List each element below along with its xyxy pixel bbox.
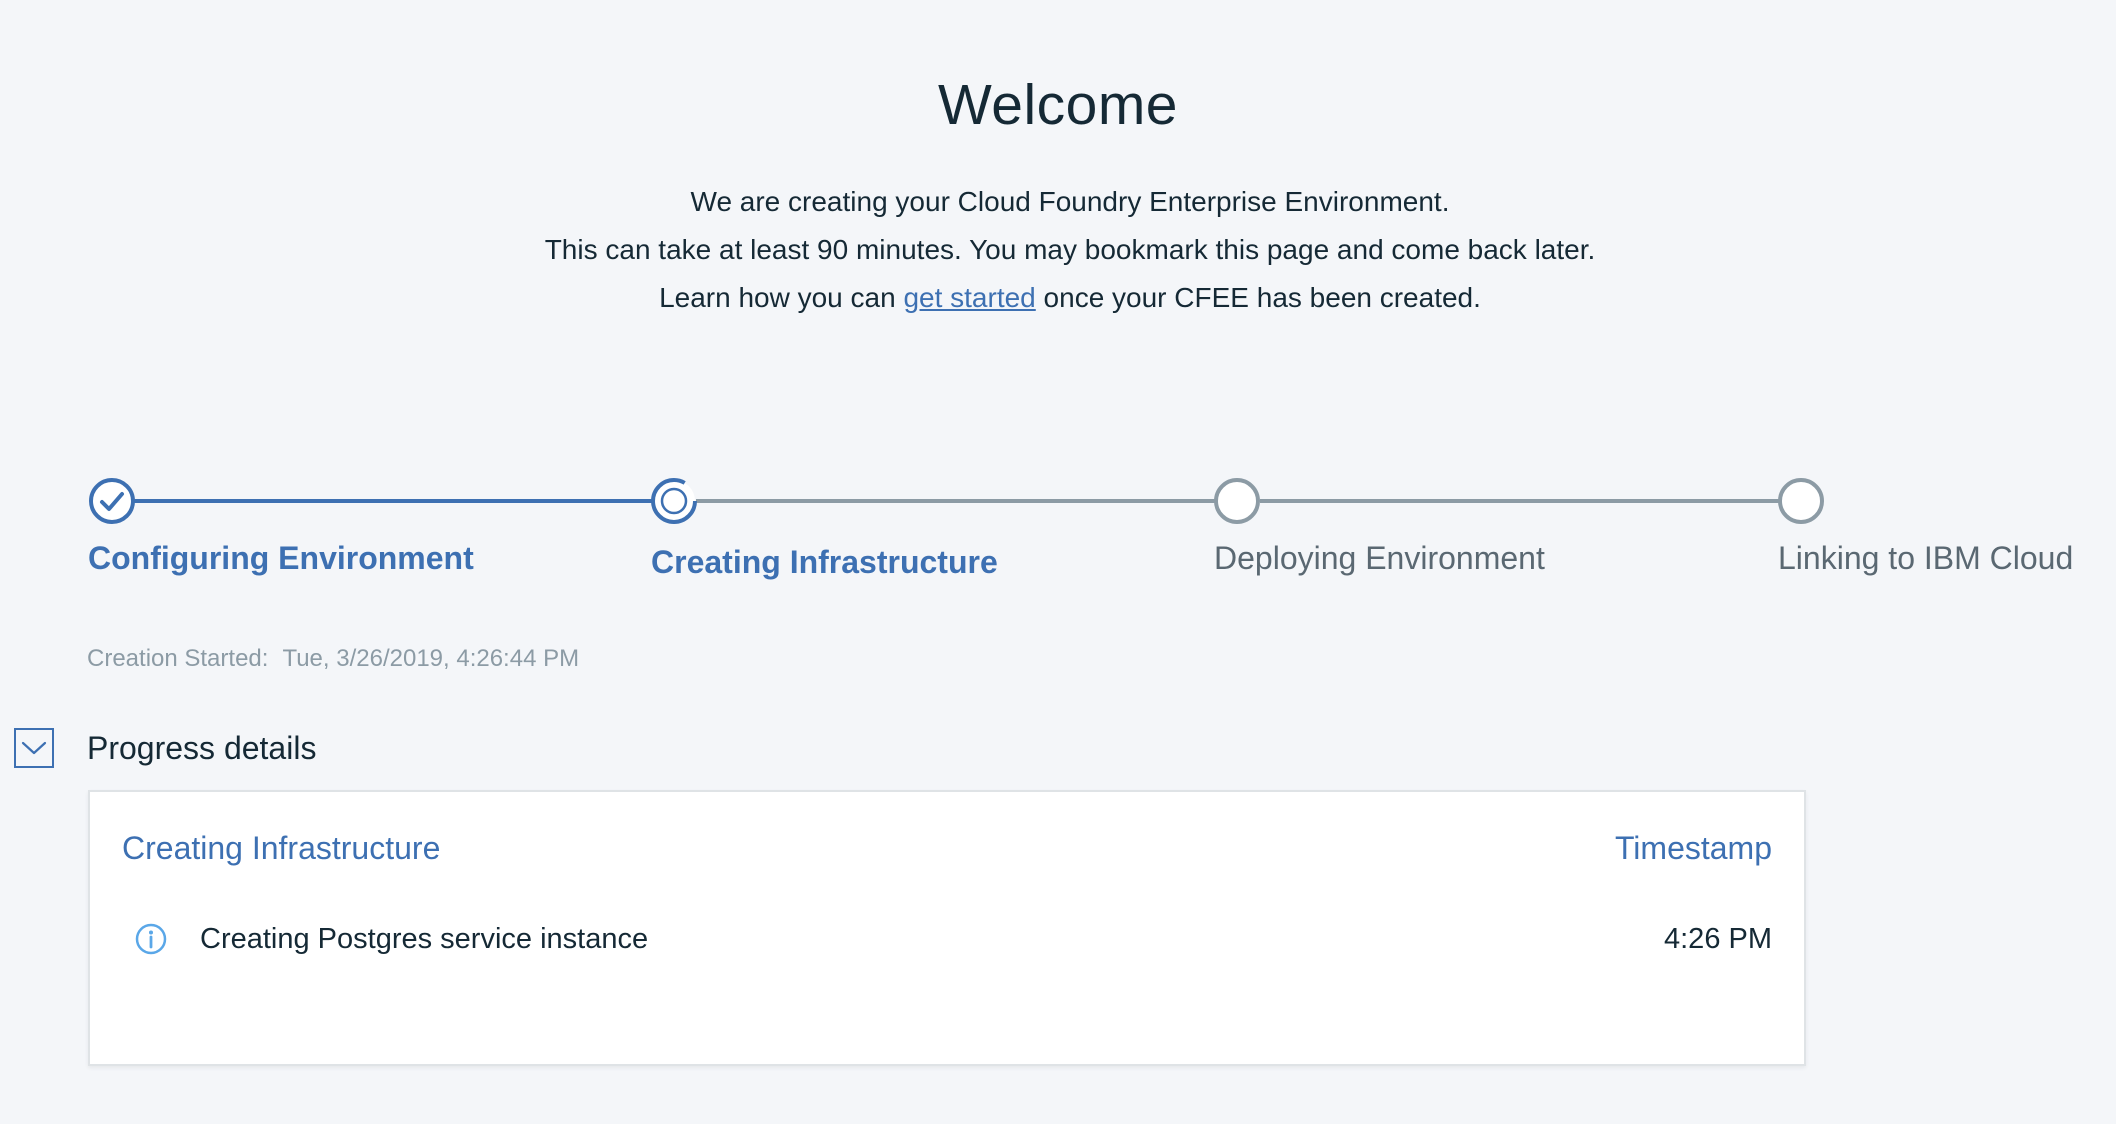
progress-indicator	[89, 478, 1824, 524]
progress-details-toggle[interactable]	[14, 728, 54, 768]
step-label-linking: Linking to IBM Cloud	[1778, 540, 2074, 576]
list-item: Creating Postgres service instance 4:26 …	[134, 922, 1772, 956]
step-label-deploying: Deploying Environment	[1214, 540, 1545, 576]
step-label-creating: Creating Infrastructure	[651, 544, 998, 580]
step-complete-icon	[89, 478, 135, 524]
intro-line-1: We are creating your Cloud Foundry Enter…	[690, 186, 1450, 217]
card-stage-title: Creating Infrastructure	[122, 830, 441, 866]
step-pending-icon	[1214, 478, 1260, 524]
chevron-down-icon	[21, 741, 47, 755]
step-in-progress-icon	[651, 478, 697, 524]
step-pending-icon	[1778, 478, 1824, 524]
creation-started: Creation Started: Tue, 3/26/2019, 4:26:44…	[87, 645, 579, 673]
list-item-time: 4:26 PM	[1664, 922, 1772, 955]
creation-started-label: Creation Started:	[87, 645, 269, 672]
step-label-configuring: Configuring Environment	[88, 540, 474, 576]
get-started-link[interactable]: get started	[903, 282, 1035, 313]
progress-details-card: Creating Infrastructure Timestamp Creati…	[88, 790, 1806, 1066]
progress-details-title: Progress details	[87, 730, 317, 766]
intro-line-2: This can take at least 90 minutes. You m…	[544, 234, 1596, 265]
intro-line-3-before: Learn how you can	[659, 282, 904, 313]
creation-started-value: Tue, 3/26/2019, 4:26:44 PM	[282, 645, 580, 672]
card-timestamp-header: Timestamp	[1614, 830, 1772, 866]
intro-line-3: Learn how you can get started once your …	[0, 274, 2116, 322]
page-title: Welcome	[937, 73, 1179, 137]
intro-text: We are creating your Cloud Foundry Enter…	[0, 178, 2116, 322]
intro-line-3-after: once your CFEE has been created.	[1035, 282, 1481, 313]
list-item-message: Creating Postgres service instance	[200, 922, 649, 955]
info-icon	[135, 923, 167, 955]
card-header: Creating Infrastructure Timestamp	[122, 830, 1772, 867]
